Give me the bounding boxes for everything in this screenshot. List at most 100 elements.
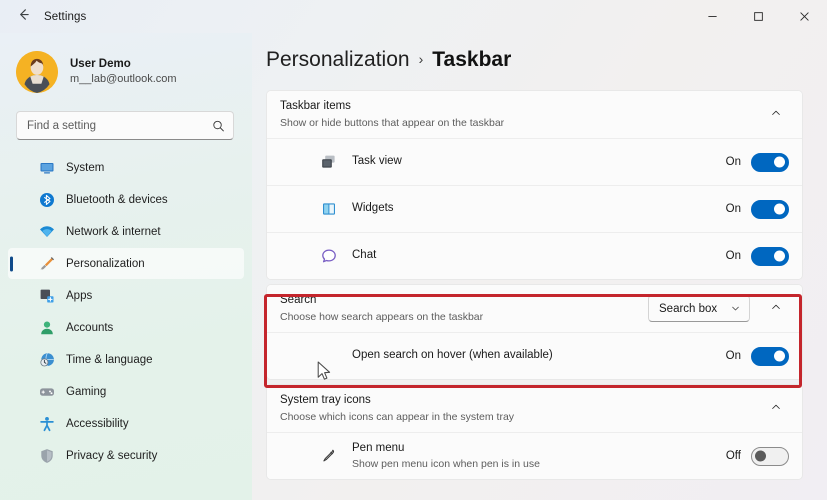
sidebar-item-bluetooth-devices[interactable]: Bluetooth & devices — [8, 184, 244, 215]
sidebar-item-label: Gaming — [66, 385, 107, 398]
expander-toggle-button[interactable] — [763, 102, 789, 128]
setting-row-right: On — [725, 246, 789, 266]
section-header-texts: Taskbar items Show or hide buttons that … — [280, 99, 763, 130]
section-header-right: Search box — [648, 295, 789, 322]
paintbrush-icon — [38, 255, 55, 272]
sidebar-nav: System Bluetooth & devices Network & int… — [0, 152, 252, 471]
window-controls — [689, 0, 827, 33]
profile-email: m__lab@outlook.com — [70, 72, 177, 85]
avatar — [16, 51, 58, 93]
setting-row-chat[interactable]: Chat On — [267, 232, 802, 279]
toggle-switch[interactable] — [751, 346, 789, 366]
toggle-state-label: On — [725, 350, 741, 362]
toggle-state-label: On — [725, 203, 741, 215]
task-view-icon — [319, 152, 339, 172]
setting-row-texts: Pen menu Show pen menu icon when pen is … — [352, 441, 726, 472]
maximize-button[interactable] — [735, 0, 781, 33]
section-title: Taskbar items — [280, 100, 351, 113]
close-button[interactable] — [781, 0, 827, 33]
settings-cards: Taskbar items Show or hide buttons that … — [266, 90, 803, 480]
chevron-down-icon — [730, 303, 741, 314]
sidebar-item-label: Accessibility — [66, 417, 129, 430]
setting-row-widgets[interactable]: Widgets On — [267, 185, 802, 232]
sidebar-item-network-internet[interactable]: Network & internet — [8, 216, 244, 247]
toggle-state-label: On — [725, 156, 741, 168]
sidebar-item-accounts[interactable]: Accounts — [8, 312, 244, 343]
toggle-knob — [774, 203, 785, 215]
toggle-state-label: On — [725, 250, 741, 262]
sidebar-item-system[interactable]: System — [8, 152, 244, 183]
setting-row-right: On — [725, 199, 789, 219]
sidebar-item-label: Bluetooth & devices — [66, 193, 168, 206]
breadcrumb-separator-icon: › — [418, 51, 424, 67]
chevron-up-icon — [770, 106, 782, 124]
toggle-switch[interactable] — [751, 199, 789, 219]
sidebar-item-time-language[interactable]: Time & language — [8, 344, 244, 375]
clock-globe-icon — [38, 351, 55, 368]
breadcrumb-parent[interactable]: Personalization — [266, 48, 410, 72]
chevron-up-icon — [770, 300, 782, 318]
toggle-knob — [774, 156, 785, 168]
section-taskbar-items: Taskbar items Show or hide buttons that … — [266, 90, 803, 280]
toggle-state-label: Off — [725, 450, 741, 462]
minimize-button[interactable] — [689, 0, 735, 33]
user-profile[interactable]: User Demo m__lab@outlook.com — [16, 45, 252, 99]
search-input[interactable] — [17, 112, 233, 139]
sidebar-item-label: Time & language — [66, 353, 153, 366]
section-title: System tray icons — [280, 394, 371, 407]
section-header-right — [763, 102, 789, 128]
shield-icon — [38, 447, 55, 464]
setting-label: Task view — [352, 155, 402, 168]
expander-toggle-button[interactable] — [763, 296, 789, 322]
settings-window: Settings User Demo m__lab@outlook.com Fi… — [0, 0, 827, 500]
setting-row-pen-menu[interactable]: Pen menu Show pen menu icon when pen is … — [267, 432, 802, 479]
setting-row-texts: Open search on hover (when available) — [352, 348, 726, 364]
setting-row-texts: Chat — [352, 248, 726, 264]
sidebar-item-personalization[interactable]: Personalization — [8, 248, 244, 279]
section-header[interactable]: Taskbar items Show or hide buttons that … — [267, 91, 802, 138]
expander-toggle-button[interactable] — [763, 396, 789, 422]
pen-icon — [319, 446, 339, 466]
accessibility-icon — [38, 415, 55, 432]
search-appearance-dropdown[interactable]: Search box — [648, 295, 750, 322]
profile-name: User Demo — [70, 58, 131, 71]
setting-row-open-search-on-hover[interactable]: Open search on hover (when available) On — [267, 332, 802, 379]
sidebar-item-label: System — [66, 161, 105, 174]
section-header[interactable]: Search Choose how search appears on the … — [267, 285, 802, 332]
breadcrumb: Personalization › Taskbar — [266, 48, 827, 72]
setting-label: Pen menu — [352, 441, 405, 454]
setting-description: Show pen menu icon when pen is in use — [352, 458, 540, 471]
setting-row-right: On — [725, 346, 789, 366]
toggle-switch[interactable] — [751, 446, 789, 466]
back-button[interactable] — [8, 4, 38, 30]
sidebar-item-apps[interactable]: Apps — [8, 280, 244, 311]
widgets-icon — [319, 199, 339, 219]
section-description: Choose how search appears on the taskbar — [280, 310, 484, 323]
setting-label: Open search on hover (when available) — [352, 349, 553, 362]
chevron-up-icon — [770, 400, 782, 418]
sidebar-item-label: Apps — [66, 289, 93, 302]
section-system-tray-icons: System tray icons Choose which icons can… — [266, 384, 803, 480]
app-title: Settings — [44, 10, 87, 23]
search-box[interactable] — [16, 111, 234, 140]
setting-row-task-view[interactable]: Task view On — [267, 138, 802, 185]
sidebar-item-label: Network & internet — [66, 225, 161, 238]
chat-icon — [319, 246, 339, 266]
sidebar-item-privacy-security[interactable]: Privacy & security — [8, 440, 244, 471]
sidebar-item-label: Privacy & security — [66, 449, 158, 462]
section-description: Show or hide buttons that appear on the … — [280, 116, 505, 129]
bluetooth-icon — [38, 191, 55, 208]
toggle-switch[interactable] — [751, 152, 789, 172]
dropdown-value: Search box — [659, 302, 718, 315]
section-search: Search Choose how search appears on the … — [266, 284, 803, 380]
sidebar-item-accessibility[interactable]: Accessibility — [8, 408, 244, 439]
toggle-knob — [774, 250, 785, 262]
person-icon — [38, 319, 55, 336]
back-arrow-icon — [16, 7, 31, 27]
profile-text: User Demo m__lab@outlook.com — [70, 57, 177, 86]
toggle-switch[interactable] — [751, 246, 789, 266]
section-header[interactable]: System tray icons Choose which icons can… — [267, 385, 802, 432]
sidebar-item-gaming[interactable]: Gaming — [8, 376, 244, 407]
section-description: Choose which icons can appear in the sys… — [280, 410, 515, 423]
setting-label: Chat — [352, 249, 377, 262]
